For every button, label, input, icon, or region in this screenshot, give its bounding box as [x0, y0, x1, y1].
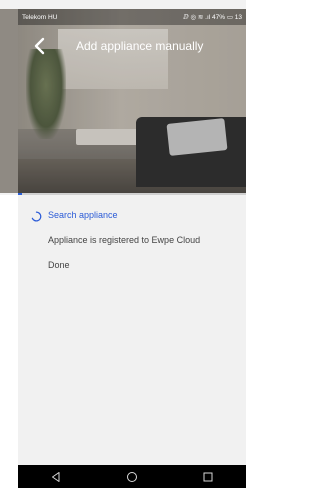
- header: Add appliance manually: [18, 25, 246, 67]
- left-pad: [0, 195, 18, 488]
- step-done: Done: [48, 260, 70, 270]
- carrier-label: Telekom HU: [22, 13, 58, 21]
- page-title: Add appliance manually: [76, 39, 204, 53]
- nav-home-icon[interactable]: [120, 469, 144, 485]
- system-nav-bar: [18, 465, 246, 488]
- loading-spinner-icon: [31, 209, 42, 222]
- step-registered-cloud: Appliance is registered to Ewpe Cloud: [48, 235, 201, 245]
- nav-back-icon[interactable]: [44, 469, 68, 485]
- status-bar: Telekom HU ⅅ ◎ ≋ .ıl 47% ▭ 13: [18, 9, 246, 25]
- back-arrow-icon[interactable]: [26, 33, 52, 59]
- left-edge-strip: [0, 9, 18, 193]
- status-indicators: ⅅ ◎ ≋ .ıl 47% ▭ 13: [183, 14, 242, 21]
- app-screen: Telekom HU ⅅ ◎ ≋ .ıl 47% ▭ 13 Add applia…: [0, 0, 246, 488]
- step-search-appliance: Search appliance: [48, 210, 118, 220]
- nav-recents-icon[interactable]: [196, 469, 220, 485]
- steps-panel: Search appliance Appliance is registered…: [18, 195, 246, 465]
